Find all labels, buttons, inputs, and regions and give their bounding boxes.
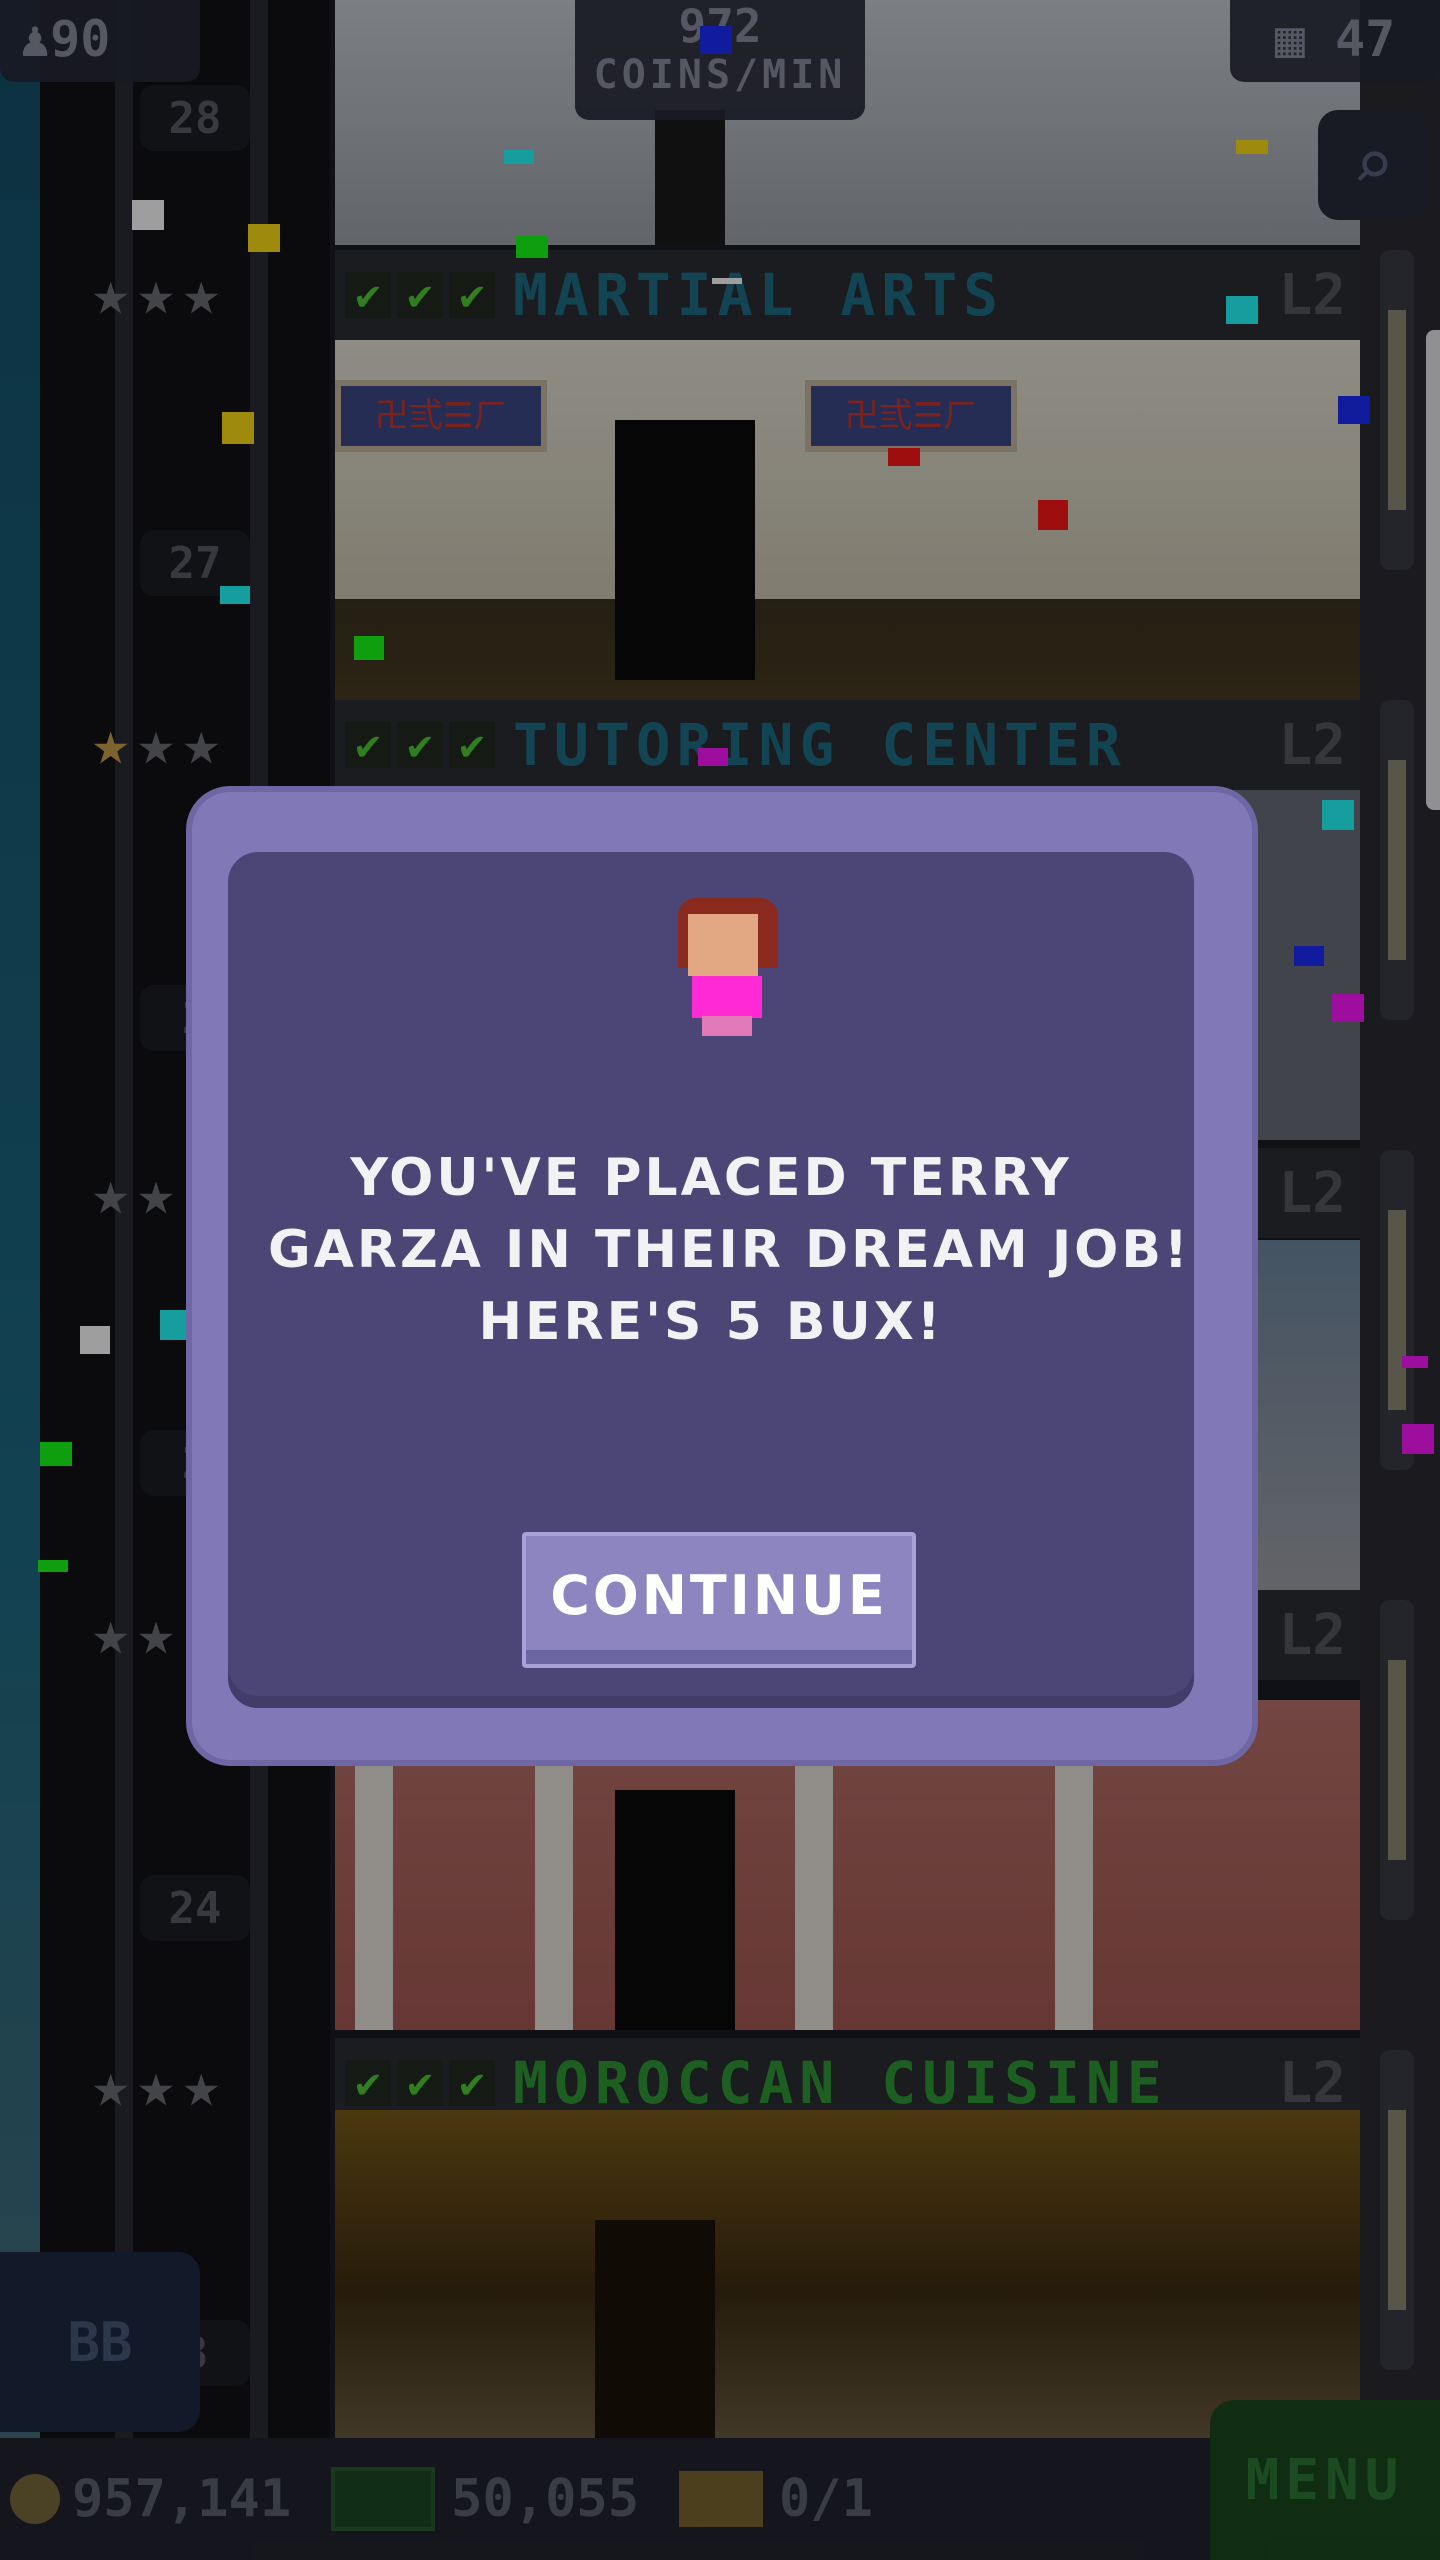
- dialog-message: YOU'VE PLACED TERRY GARZA IN THEIR DREAM…: [268, 1142, 1191, 1358]
- reward-dialog: YOU'VE PLACED TERRY GARZA IN THEIR DREAM…: [192, 792, 1252, 1760]
- message-line: YOU'VE PLACED TERRY: [350, 1148, 1072, 1208]
- dialog-body: YOU'VE PLACED TERRY GARZA IN THEIR DREAM…: [228, 852, 1194, 1708]
- continue-button[interactable]: CONTINUE: [522, 1532, 916, 1668]
- message-line: HERE'S 5 BUX!: [478, 1292, 944, 1352]
- message-line: GARZA IN THEIR DREAM JOB!: [268, 1220, 1191, 1280]
- game-scene: 28 27 2 2 24 3 ★ ★ ★ ★ ★ ★ ★ ★ ★ ★ ★ ★ ★…: [0, 0, 1440, 2560]
- bitizen-avatar: [678, 898, 778, 1038]
